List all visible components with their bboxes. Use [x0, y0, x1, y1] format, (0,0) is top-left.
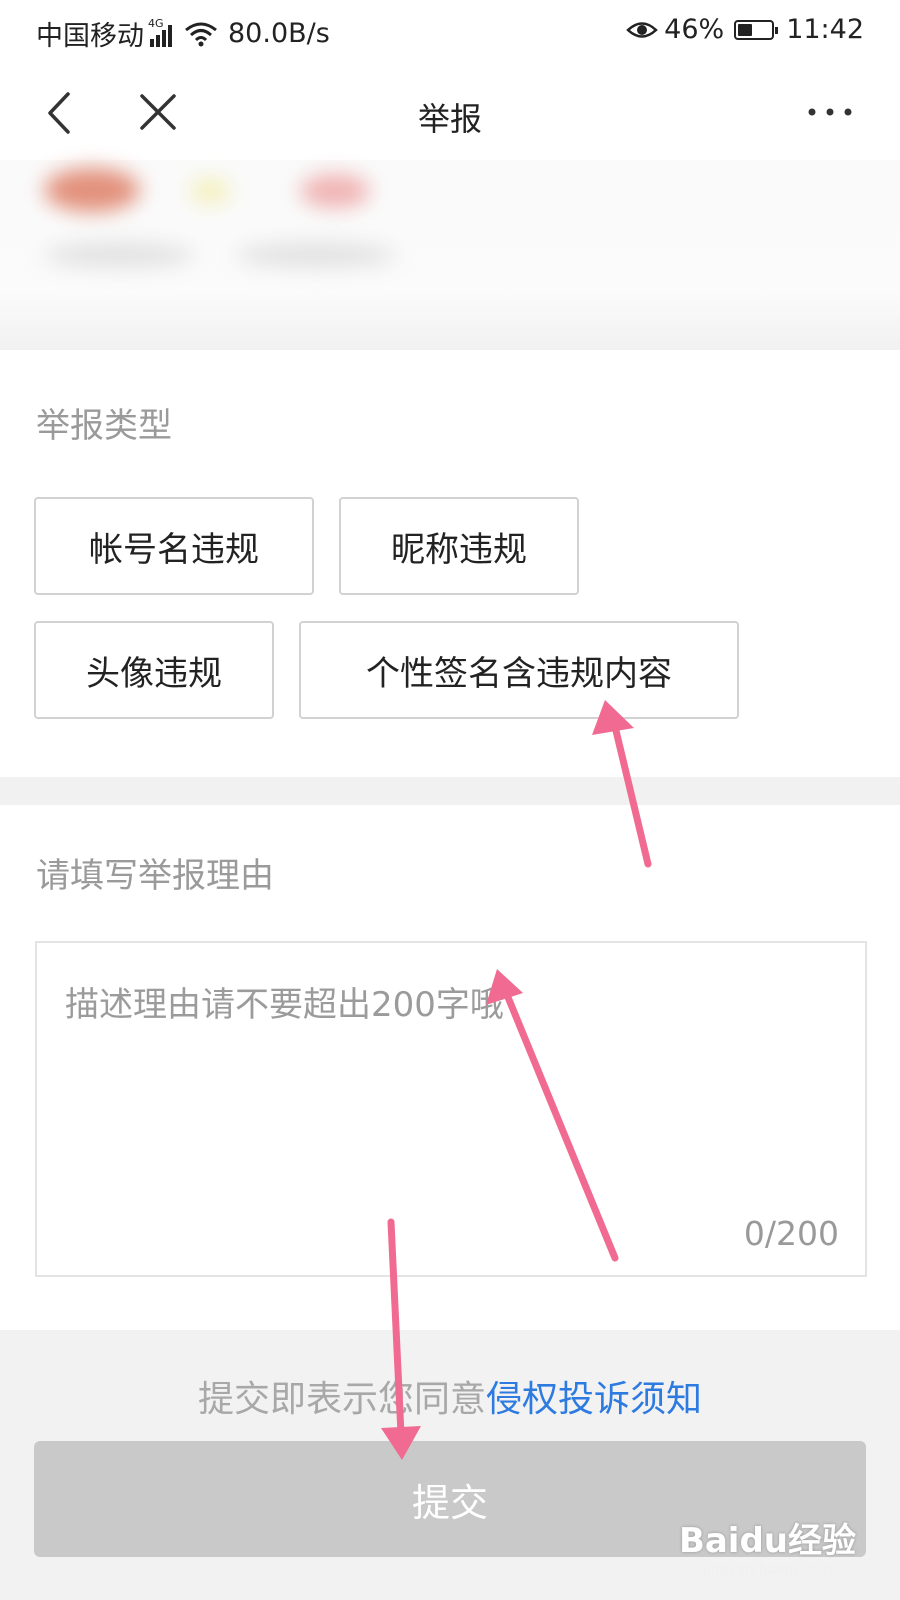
blurred-user-info [0, 160, 900, 350]
more-options-icon[interactable] [806, 104, 854, 120]
wifi-icon [185, 22, 217, 46]
watermark-logo: Baidu经验 [678, 1521, 856, 1561]
eye-comfort-icon [626, 21, 659, 38]
option-nickname[interactable]: 昵称违规 [339, 497, 579, 595]
nav-bar: 举报 [0, 62, 900, 166]
reason-title: 请填写举报理由 [36, 856, 274, 896]
char-counter: 0/200 [743, 1214, 839, 1253]
agreement-link[interactable]: 侵权投诉须知 [486, 1379, 702, 1420]
page-title: 举报 [417, 100, 482, 138]
carrier-label: 中国移动 [36, 21, 144, 52]
option-account-name[interactable]: 帐号名违规 [34, 497, 314, 595]
watermark: Baidu经验 jingyan.baidu.com [679, 1513, 856, 1578]
agreement-text: 提交即表示您同意侵权投诉须知 [0, 1370, 900, 1422]
agreement-prefix: 提交即表示您同意 [197, 1379, 486, 1420]
report-screen: 中国移动 4G 80.0B/s 46% 11:42 举报 举报类型 帐号名违规 … [0, 0, 900, 1600]
clock-label: 11:42 [786, 14, 864, 45]
reason-box: 0/200 [35, 941, 867, 1277]
cellular-signal-icon: 4G [148, 17, 172, 47]
network-speed-label: 80.0B/s [228, 18, 330, 49]
status-bar: 中国移动 4G 80.0B/s 46% 11:42 [0, 0, 900, 62]
status-right: 46% 11:42 [626, 14, 864, 45]
battery-icon [734, 19, 779, 40]
watermark-url: jingyan.baidu.com [702, 1562, 833, 1578]
status-left: 中国移动 4G 80.0B/s [36, 14, 330, 53]
reason-textarea[interactable] [37, 943, 865, 1275]
report-type-title: 举报类型 [36, 406, 172, 446]
battery-percent-label: 46% [664, 14, 725, 45]
network-type-label: 4G [148, 16, 164, 30]
section-divider [0, 777, 900, 805]
option-signature[interactable]: 个性签名含违规内容 [299, 621, 739, 719]
option-avatar[interactable]: 头像违规 [34, 621, 274, 719]
